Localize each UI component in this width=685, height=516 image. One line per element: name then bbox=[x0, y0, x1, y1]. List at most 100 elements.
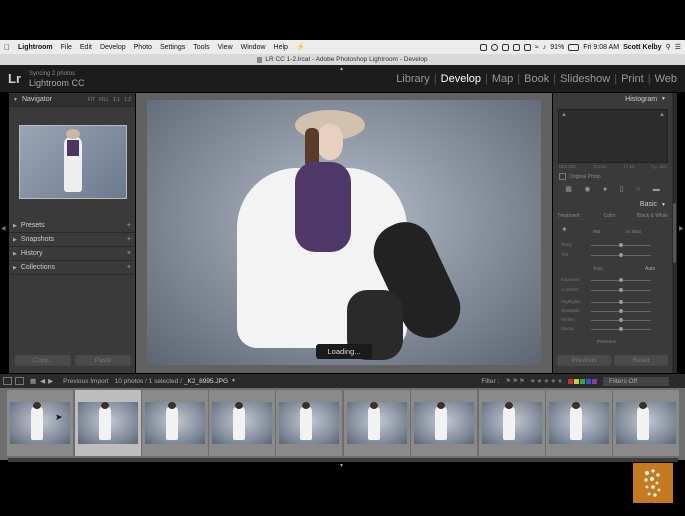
filmstrip-thumb[interactable] bbox=[7, 390, 73, 456]
panel-history[interactable]: ▶ History × bbox=[9, 247, 135, 261]
histogram-header[interactable]: Histogram ▼ bbox=[553, 93, 672, 105]
filmstrip-thumb[interactable] bbox=[613, 390, 679, 456]
zoom-1-2[interactable]: 1:2 bbox=[124, 97, 131, 103]
radial-filter-icon[interactable]: ○ bbox=[636, 186, 640, 193]
right-panel-scrollbar[interactable] bbox=[672, 93, 677, 373]
right-panel-toggle-icon[interactable]: ▶ bbox=[679, 225, 684, 232]
crop-tool-icon[interactable]: ▦ bbox=[565, 185, 572, 193]
menu-tools[interactable]: Tools bbox=[189, 44, 213, 51]
navigator-header[interactable]: ▼ Navigator FIT FILL 1:1 1:2 bbox=[9, 93, 135, 107]
bottom-panel-toggle-icon[interactable]: ▼ bbox=[339, 463, 344, 469]
spot-removal-icon[interactable]: ◉ bbox=[584, 185, 590, 193]
chevron-down-icon[interactable]: ▼ bbox=[231, 378, 236, 384]
menu-view[interactable]: View bbox=[214, 44, 237, 51]
tint-slider[interactable] bbox=[591, 253, 651, 257]
module-slideshow[interactable]: Slideshow bbox=[556, 73, 614, 85]
notification-icon[interactable]: ☰ bbox=[675, 43, 681, 51]
filmstrip-thumb[interactable] bbox=[411, 390, 477, 456]
menu-edit[interactable]: Edit bbox=[76, 44, 96, 51]
treatment-bw[interactable]: Black & White bbox=[637, 213, 668, 219]
contrast-slider[interactable] bbox=[591, 288, 651, 292]
zoom-1-1[interactable]: 1:1 bbox=[113, 97, 120, 103]
original-photo-toggle[interactable]: Original Photo bbox=[559, 173, 601, 180]
module-web[interactable]: Web bbox=[651, 73, 681, 85]
user-name[interactable]: Scott Kelby bbox=[623, 44, 662, 51]
spotlight-icon[interactable]: ⚲ bbox=[666, 43, 671, 51]
menu-help[interactable]: Help bbox=[270, 44, 292, 51]
basic-header[interactable]: Basic ▼ bbox=[553, 199, 672, 210]
exposure-slider[interactable] bbox=[591, 278, 651, 282]
red-eye-icon[interactable]: ● bbox=[603, 186, 607, 193]
battery-icon[interactable] bbox=[568, 43, 580, 51]
zoom-fit[interactable]: FIT bbox=[88, 97, 96, 103]
auto-tone-button[interactable]: Auto bbox=[645, 266, 655, 272]
checkbox[interactable] bbox=[559, 173, 566, 180]
menu-photo[interactable]: Photo bbox=[130, 44, 156, 51]
filter-preset-dropdown[interactable]: Filters Off bbox=[603, 376, 669, 386]
filmstrip-thumb[interactable] bbox=[142, 390, 208, 456]
menu-app-lightroom[interactable]: Lightroom bbox=[14, 44, 57, 51]
secondary-window-icon[interactable] bbox=[15, 377, 24, 385]
add-snapshot-icon[interactable]: + bbox=[127, 236, 135, 243]
menu-settings[interactable]: Settings bbox=[156, 44, 189, 51]
primary-window-icon[interactable] bbox=[3, 377, 12, 385]
adjustment-brush-icon[interactable]: ▬ bbox=[653, 186, 660, 193]
left-panel-toggle-icon[interactable]: ◀ bbox=[1, 225, 6, 232]
module-book[interactable]: Book bbox=[520, 73, 553, 85]
filmstrip-thumb[interactable] bbox=[546, 390, 612, 456]
filmstrip-thumb[interactable] bbox=[344, 390, 410, 456]
panel-presets[interactable]: ▶ Presets + bbox=[9, 219, 135, 233]
shadow-clipping-icon[interactable]: ▲ bbox=[561, 112, 567, 118]
top-panel-toggle-icon[interactable]: ▲ bbox=[339, 66, 344, 72]
module-develop[interactable]: Develop bbox=[437, 73, 485, 85]
menu-develop[interactable]: Develop bbox=[96, 44, 130, 51]
camera-icon[interactable] bbox=[479, 43, 487, 51]
menu-file[interactable]: File bbox=[57, 44, 76, 51]
filmstrip-thumb[interactable] bbox=[479, 390, 545, 456]
reset-button[interactable]: Reset bbox=[614, 355, 668, 366]
histogram[interactable]: ▲ ▲ bbox=[558, 109, 668, 163]
clear-history-icon[interactable]: × bbox=[127, 250, 135, 257]
apple-icon[interactable]:  bbox=[0, 43, 14, 52]
forward-arrow-icon[interactable]: ▶ bbox=[48, 377, 53, 385]
filmstrip-thumb[interactable] bbox=[209, 390, 275, 456]
temp-slider[interactable] bbox=[591, 243, 651, 247]
wifi-icon[interactable]: ≈ bbox=[535, 44, 539, 51]
copy-button[interactable]: Copy... bbox=[15, 355, 71, 366]
zoom-fill[interactable]: FILL bbox=[99, 97, 109, 103]
filmstrip-thumb[interactable] bbox=[276, 390, 342, 456]
script-icon[interactable]: ⚡ bbox=[292, 43, 309, 51]
graduated-filter-icon[interactable]: ▯ bbox=[620, 185, 624, 193]
sync-status[interactable]: Syncing 2 photos Lightroom CC bbox=[29, 70, 85, 88]
paste-button[interactable]: Paste bbox=[75, 355, 131, 366]
bluetooth-icon[interactable] bbox=[523, 43, 531, 51]
highlight-clipping-icon[interactable]: ▲ bbox=[659, 112, 665, 118]
star-filter-icons[interactable]: ★★★★★ bbox=[530, 377, 564, 385]
highlights-slider[interactable] bbox=[591, 300, 651, 304]
info-icon[interactable] bbox=[490, 43, 498, 51]
color-label-filter[interactable] bbox=[568, 378, 597, 384]
module-library[interactable]: Library bbox=[392, 73, 434, 85]
volume-icon[interactable]: ♪ bbox=[543, 44, 547, 51]
blacks-slider[interactable] bbox=[591, 327, 651, 331]
navigator-preview[interactable] bbox=[19, 125, 127, 199]
grid-view-icon[interactable]: ▦ bbox=[30, 377, 36, 385]
filmstrip-source[interactable]: Previous Import bbox=[63, 378, 109, 385]
display-icon[interactable] bbox=[512, 43, 520, 51]
add-collection-icon[interactable]: + bbox=[127, 264, 135, 271]
white-balance-picker-icon[interactable]: ✦ bbox=[561, 225, 568, 234]
filmstrip-thumb-selected[interactable] bbox=[75, 390, 141, 456]
treatment-color[interactable]: Color bbox=[604, 213, 616, 219]
wb-dropdown[interactable]: As Shot bbox=[625, 229, 641, 234]
module-map[interactable]: Map bbox=[488, 73, 517, 85]
menu-window[interactable]: Window bbox=[237, 44, 270, 51]
filmstrip-scrollbar[interactable] bbox=[8, 458, 678, 462]
back-arrow-icon[interactable]: ◀ bbox=[40, 377, 45, 385]
previous-button[interactable]: Previous bbox=[557, 355, 611, 366]
main-photo[interactable] bbox=[147, 100, 541, 365]
whites-slider[interactable] bbox=[591, 318, 651, 322]
clock[interactable]: Fri 9:08 AM bbox=[583, 44, 619, 51]
flag-filter-icons[interactable]: ⚑⚑⚑ bbox=[505, 377, 525, 385]
panel-snapshots[interactable]: ▶ Snapshots + bbox=[9, 233, 135, 247]
module-print[interactable]: Print bbox=[617, 73, 648, 85]
